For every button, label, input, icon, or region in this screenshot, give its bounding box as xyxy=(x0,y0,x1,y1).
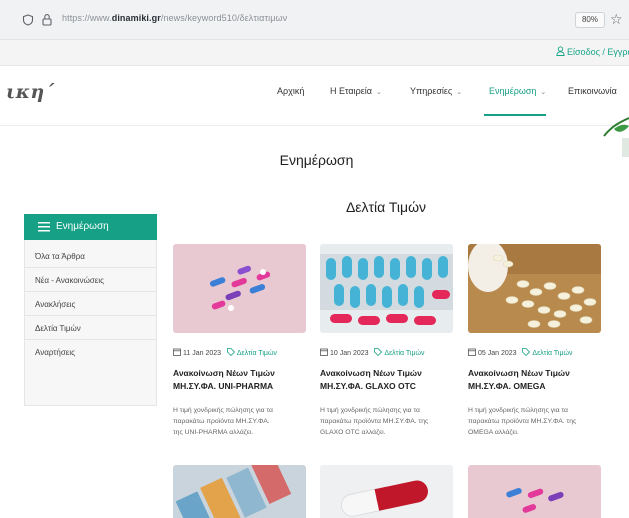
header-divider xyxy=(0,125,629,126)
nav-active-indicator xyxy=(484,114,546,116)
calendar-icon xyxy=(173,348,181,356)
card-description: Η τιμή χονδρικής πώλησης για τα παρακάτω … xyxy=(468,407,577,436)
sidebar-item-all-articles[interactable]: Όλα τα Άρθρα xyxy=(25,246,156,268)
page-title: Ενημέρωση xyxy=(279,152,354,168)
card-title[interactable]: Ανακοίνωση Νέων Τιμών ΜΗ.ΣΥ.ΦΑ. OMEGA xyxy=(468,367,601,393)
sidebar-header: Ενημέρωση xyxy=(24,214,157,240)
card-title[interactable]: Ανακοίνωση Νέων Τιμών ΜΗ.ΣΥ.ΦΑ. GLAXO OTC xyxy=(320,367,453,393)
nav-item-contact[interactable]: Επικοινωνία xyxy=(568,86,617,96)
chevron-down-icon: ⌄ xyxy=(375,89,382,96)
card-image[interactable] xyxy=(320,465,453,518)
nav-item-news[interactable]: Ενημέρωση ⌄ xyxy=(489,86,546,96)
sidebar-item-postings[interactable]: Αναρτήσεις xyxy=(25,342,156,364)
sidebar-item-news-announcements[interactable]: Νέα - Ανακοινώσεις xyxy=(25,270,156,292)
card-date: 05 Jan 2023 xyxy=(478,350,517,357)
sidebar-title: Ενημέρωση xyxy=(56,221,109,232)
user-icon xyxy=(556,46,565,56)
calendar-icon xyxy=(468,348,476,356)
nav-item-services[interactable]: Υπηρεσίες ⌄ xyxy=(410,86,462,96)
tag-icon xyxy=(374,348,383,356)
nav-item-company[interactable]: Η Εταιρεία ⌄ xyxy=(330,86,382,96)
card-tag-link[interactable]: Δελτία Τιμών xyxy=(384,350,424,357)
card-meta: 10 Jan 2023 Δελτία Τιμών xyxy=(320,348,424,357)
card-date: 11 Jan 2023 xyxy=(183,350,222,357)
card-image[interactable] xyxy=(468,465,601,518)
calendar-icon xyxy=(320,348,328,356)
card-image[interactable] xyxy=(173,244,306,333)
card-image[interactable] xyxy=(173,465,306,518)
browser-address-bar: https://www.dinamiki.gr/news/keyword510/… xyxy=(0,0,629,40)
bookmark-star-icon[interactable]: ☆ xyxy=(610,11,623,27)
tag-icon xyxy=(226,348,235,356)
chevron-down-icon: ⌄ xyxy=(540,89,547,96)
shield-icon[interactable] xyxy=(22,14,34,26)
site-logo[interactable]: ικη΄ xyxy=(6,81,55,103)
sidebar-item-recalls[interactable]: Ανακλήσεις xyxy=(25,294,156,316)
lock-icon[interactable] xyxy=(41,13,53,26)
chevron-down-icon: ⌄ xyxy=(456,89,463,96)
card-tag-link[interactable]: Δελτία Τιμών xyxy=(532,350,572,357)
zoom-level-badge[interactable]: 80% xyxy=(575,12,605,28)
leaf-decoration-icon xyxy=(603,117,629,157)
top-strip: Είσοδος / Εγγραφ xyxy=(0,40,629,66)
card-date: 10 Jan 2023 xyxy=(330,350,369,357)
sidebar-item-price-bulletins[interactable]: Δελτία Τιμών xyxy=(25,318,156,340)
card-image[interactable] xyxy=(468,244,601,333)
card-description: Η τιμή χονδρικής πώλησης για τα παρακάτω … xyxy=(320,407,429,436)
menu-list-icon xyxy=(38,222,50,232)
card-meta: 05 Jan 2023 Δελτία Τιμών xyxy=(468,348,572,357)
tag-icon xyxy=(522,348,531,356)
url-field[interactable]: https://www.dinamiki.gr/news/keyword510/… xyxy=(62,13,287,23)
card-meta: 11 Jan 2023 Δελτία Τιμών xyxy=(173,348,277,357)
section-title: Δελτία Τιμών xyxy=(345,199,427,215)
card-description: Η τιμή χονδρικής πώλησης για τα παρακάτω … xyxy=(173,407,273,436)
card-tag-link[interactable]: Δελτία Τιμών xyxy=(237,350,277,357)
card-title[interactable]: Ανακοίνωση Νέων Τιμών ΜΗ.ΣΥ.ΦΑ. UNI-PHARM… xyxy=(173,367,306,393)
sidebar-list: Όλα τα Άρθρα Νέα - Ανακοινώσεις Ανακλήσε… xyxy=(24,240,157,406)
card-image[interactable] xyxy=(320,244,453,333)
nav-item-home[interactable]: Αρχική xyxy=(277,86,304,96)
login-link[interactable]: Είσοδος / Εγγραφ xyxy=(556,46,629,57)
